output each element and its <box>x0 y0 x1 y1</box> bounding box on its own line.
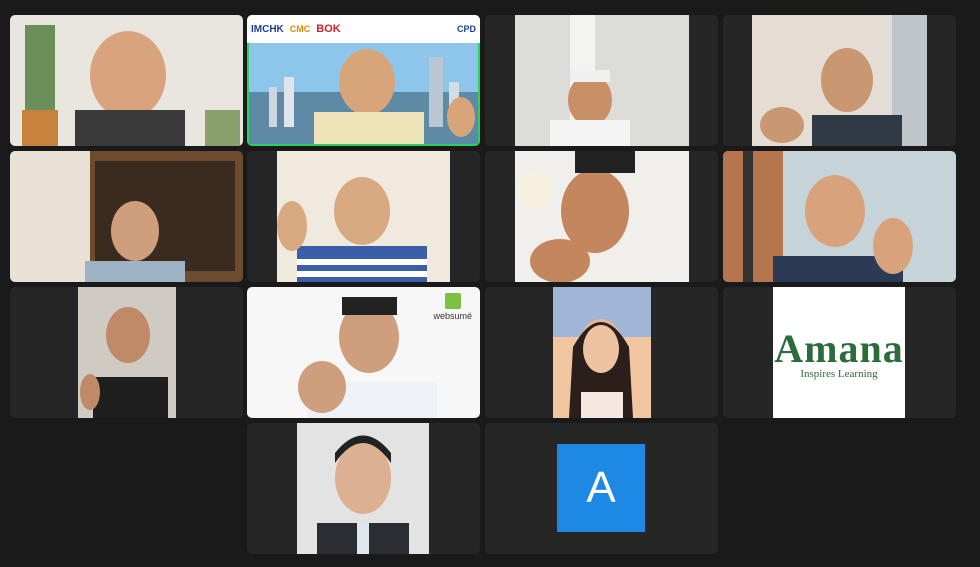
websume-logo: websumé <box>433 293 472 321</box>
amana-logo-tagline: Inspires Learning <box>800 368 878 380</box>
participant-tile-12[interactable]: Amana Inspires Learning <box>723 287 956 418</box>
participant-video <box>10 15 243 146</box>
participant-video <box>723 151 956 282</box>
participant-video <box>277 151 450 282</box>
participant-tile-11[interactable] <box>485 287 718 418</box>
participant-video <box>78 287 176 418</box>
participant-tile-6[interactable] <box>247 151 480 282</box>
participant-video <box>10 151 243 282</box>
participant-video <box>515 151 689 282</box>
sponsor-banner: IMCHK CMC BOK CPD <box>247 15 480 43</box>
participant-tile-10[interactable]: websumé <box>247 287 480 418</box>
participant-tile-13[interactable] <box>247 423 480 554</box>
websume-logo-text: websumé <box>433 311 472 321</box>
participant-tile-8[interactable] <box>723 151 956 282</box>
participant-video <box>515 15 689 146</box>
cpd-logo: CPD <box>456 24 476 34</box>
participant-tile-3[interactable] <box>485 15 718 146</box>
amana-logo-word: Amana <box>774 326 904 371</box>
participant-tile-1[interactable] <box>10 15 243 146</box>
participant-video <box>752 15 927 146</box>
websume-mark-icon <box>444 293 461 309</box>
participant-tile-9[interactable] <box>10 287 243 418</box>
participant-tile-7[interactable] <box>485 151 718 282</box>
participant-avatar: A <box>557 444 645 532</box>
participant-tile-5[interactable] <box>10 151 243 282</box>
participant-tile-4[interactable] <box>723 15 956 146</box>
participant-video <box>297 423 429 554</box>
bok-logo: BOK <box>316 23 341 35</box>
amana-logo-card: Amana Inspires Learning <box>773 287 905 418</box>
imchk-logo: IMCHK <box>251 23 284 35</box>
cmc-logo: CMC <box>289 24 311 34</box>
participant-tile-14[interactable]: A <box>485 423 718 554</box>
participant-video <box>553 287 651 418</box>
participant-tile-2[interactable]: IMCHK CMC BOK CPD <box>247 15 480 146</box>
